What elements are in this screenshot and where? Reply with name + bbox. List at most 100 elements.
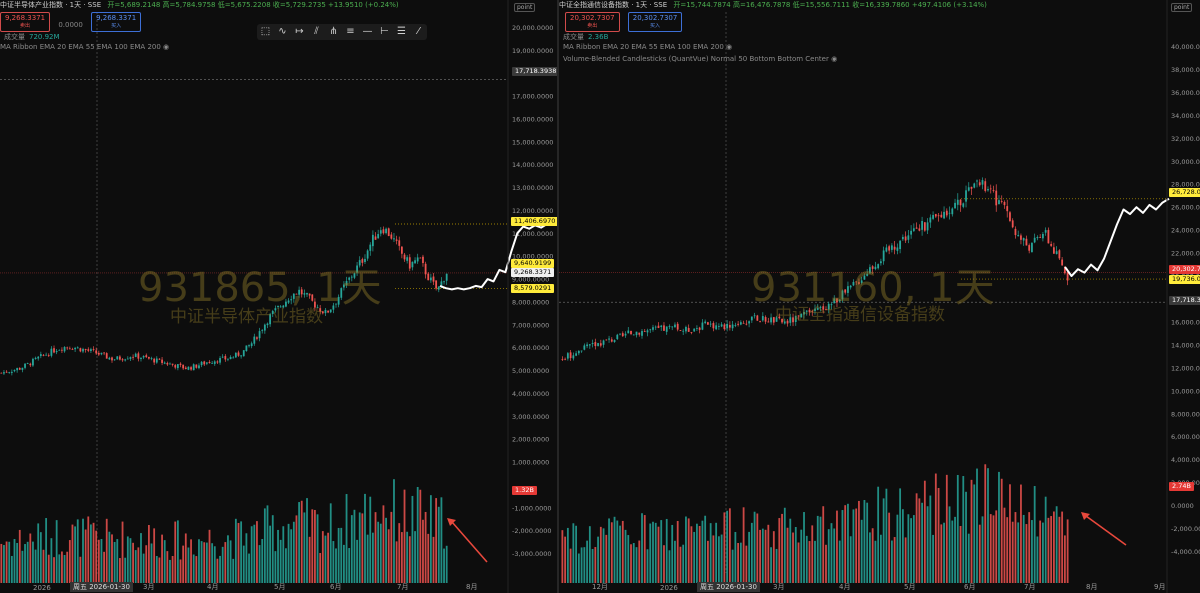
vertical-line-tool-icon[interactable]: ⊢ (376, 24, 393, 40)
right-candle-body (704, 321, 707, 324)
right-buy-button[interactable]: 20,302.7307 买入 (627, 12, 683, 32)
left-unit-label[interactable]: point (514, 3, 536, 12)
right-volume-bar (926, 506, 929, 583)
right-volume-bar (652, 521, 654, 583)
left-candle-body (369, 244, 372, 251)
right-axis-tick: 12,000.0000 (1171, 364, 1200, 372)
horizontal-line-tool-icon[interactable]: — (359, 24, 376, 40)
left-x-label: 3月 (143, 583, 155, 591)
left-candle-body (29, 363, 32, 366)
left-candle-body (82, 348, 84, 352)
right-axis-tick: 38,000.0000 (1171, 66, 1200, 74)
right-candle-body (885, 247, 888, 252)
right-volume-indicator[interactable]: 成交量 2.36B (563, 32, 608, 42)
right-volume-bar (772, 531, 775, 583)
right-volume-bar (929, 495, 932, 583)
ray-tool-icon[interactable]: ↦ (291, 24, 308, 40)
fib-tool-icon[interactable]: ≡ (342, 24, 359, 40)
right-volume-bar (901, 509, 904, 583)
right-sell-button[interactable]: 20,302.7307 卖出 (565, 12, 620, 32)
channel-tool-icon[interactable]: ⫽ (308, 24, 325, 40)
right-volume-bar (627, 535, 630, 583)
left-ma-ribbon-indicator[interactable]: MA Ribbon EMA 20 EMA 55 EMA 100 EMA 200 … (0, 43, 169, 51)
left-buy-button[interactable]: 9,268.3371 买入 (91, 12, 142, 32)
left-eye-icon[interactable]: ◉ (163, 43, 169, 51)
right-volume-bar (923, 480, 926, 583)
left-volume-bar (140, 533, 142, 583)
left-volume-bar (129, 538, 132, 583)
left-volume-bar (356, 539, 358, 583)
right-low-tag: 19,736.0 (1169, 275, 1200, 284)
right-candle-body (602, 340, 605, 345)
right-candle-body (896, 247, 899, 251)
left-chart-pane[interactable]: 20,000.000019,000.000018,000.000017,000.… (0, 0, 557, 593)
left-volume-indicator[interactable]: 成交量 720.92M (4, 32, 60, 42)
left-volume-bar (47, 554, 50, 583)
right-volume-bar (992, 515, 995, 583)
right-symbol-title[interactable]: 中证全指通信设备指数 · 1天 · SSE (559, 1, 667, 9)
right-volume-bar (805, 535, 808, 583)
left-x-label: 5月 (274, 583, 286, 591)
right-volume-bar (871, 528, 874, 583)
right-ma-ribbon-indicator[interactable]: MA Ribbon EMA 20 EMA 55 EMA 100 EMA 200 … (563, 43, 732, 51)
left-sell-button[interactable]: 9,268.3371 卖出 (0, 12, 51, 32)
left-volume-bar (445, 545, 448, 583)
left-volume-bar (332, 541, 335, 583)
right-candle-body (685, 326, 687, 332)
path-tool-icon[interactable]: ∿ (274, 24, 291, 40)
rectangle-tool-icon[interactable]: ⬚ (257, 24, 274, 40)
left-volume-bar (306, 498, 308, 583)
right-candle-body (978, 182, 981, 186)
right-candle-body (682, 330, 685, 332)
right-ma-label: MA Ribbon EMA 20 EMA 55 EMA 100 EMA 200 (563, 43, 724, 51)
left-volume-bar (116, 539, 119, 583)
left-x-label: 4月 (207, 583, 219, 591)
right-chart-pane[interactable]: 40,000.0000 38,000.0000 36,000.0000 34,000.… (559, 0, 1200, 593)
left-volume-bar (316, 514, 319, 583)
parallel-tool-icon[interactable]: ☰ (393, 24, 410, 40)
right-volume-bar (1042, 522, 1044, 583)
right-volume-bar (882, 498, 885, 583)
left-volume-bar (432, 536, 435, 583)
right-volume-bar (709, 523, 712, 583)
right-eye-icon[interactable]: ◉ (726, 43, 732, 51)
left-axis-tick: 7,000.0000 (512, 321, 549, 329)
right-vbc-eye-icon[interactable]: ◉ (831, 55, 837, 63)
right-vbc-indicator[interactable]: Volume-Blended Candlesticks (QuantVue) N… (563, 55, 837, 63)
left-candle-body (37, 356, 40, 359)
right-buy-price: 20,302.7307 (632, 14, 678, 22)
right-watermark-name: 中证全指通信设备指数 (775, 305, 945, 325)
left-volume-bar (97, 539, 100, 583)
left-candle-body (87, 349, 90, 351)
left-volume-bar (10, 555, 13, 583)
left-candle-body (142, 355, 145, 358)
right-candle-body (753, 315, 756, 317)
left-volume-bar (221, 546, 224, 583)
right-candle-body (948, 212, 951, 214)
right-candle-body (907, 235, 910, 240)
left-candle-body (234, 352, 237, 358)
right-volume-bar (668, 550, 671, 583)
left-volume-bar (176, 520, 179, 583)
left-volume-bar (161, 534, 163, 583)
right-unit-label[interactable]: point (1171, 3, 1193, 12)
right-candle-body (926, 222, 929, 231)
trendline-tool-icon[interactable]: ⁄ (410, 24, 427, 40)
right-volume-bar (814, 540, 816, 583)
left-candle-body (416, 257, 419, 262)
left-volume-bar (29, 533, 32, 583)
right-candle-body (989, 188, 992, 190)
right-candle-body (638, 332, 641, 335)
right-axis-tick: 40,000.0000 (1171, 43, 1200, 51)
left-tag-p1: 9,640.9199 (511, 259, 555, 268)
left-volume-bar (92, 522, 95, 583)
right-volume-bar (1036, 536, 1039, 583)
right-volume-bar (959, 525, 962, 583)
right-volume-bar (630, 544, 632, 583)
right-volume-bar (566, 527, 569, 583)
left-symbol-title[interactable]: 中证半导体产业指数 · 1天 · SSE (0, 1, 101, 9)
left-volume-bar (435, 498, 438, 583)
pitchfork-tool-icon[interactable]: ⋔ (325, 24, 342, 40)
right-candle-body (923, 222, 926, 231)
right-volume-bar (715, 522, 718, 583)
